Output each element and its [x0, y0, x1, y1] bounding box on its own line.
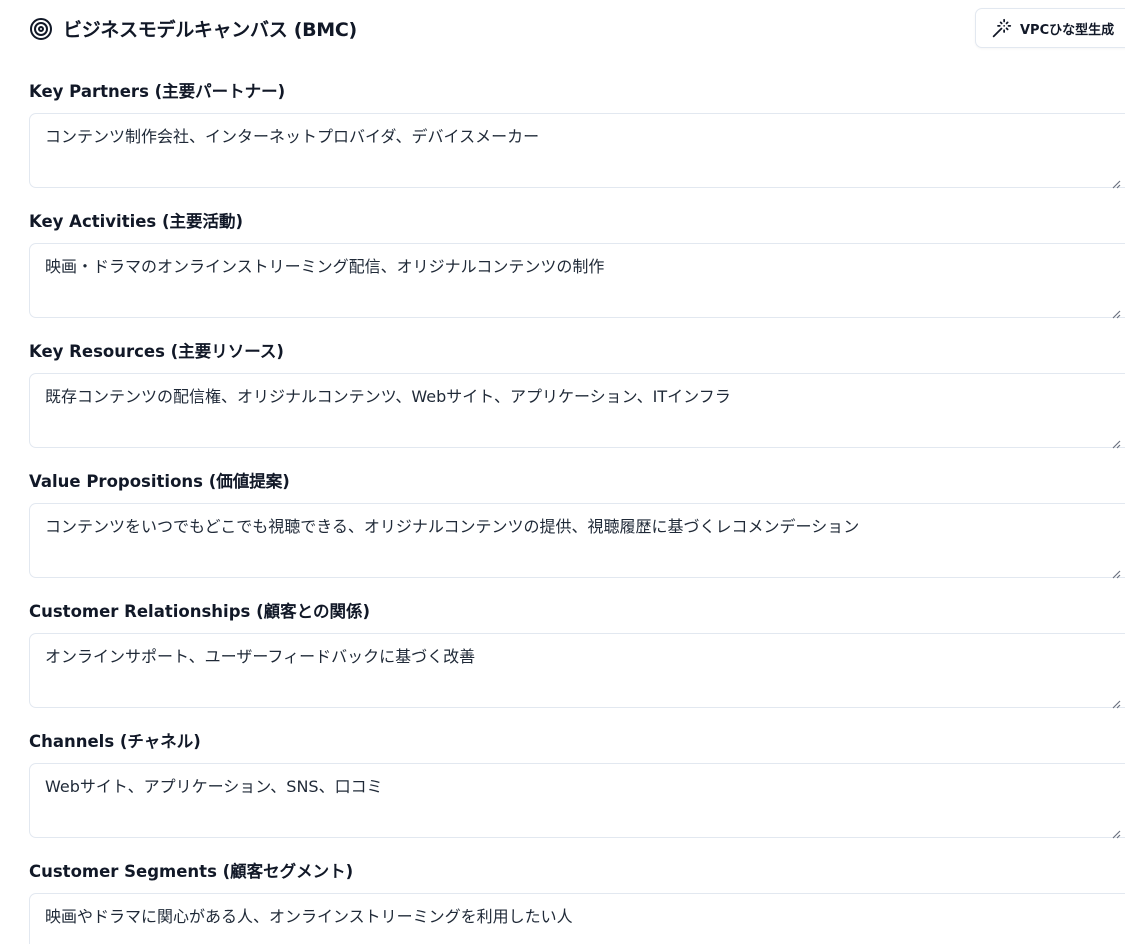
- field-label: Value Propositions (価値提案): [29, 472, 290, 491]
- resize-handle-icon[interactable]: [1111, 829, 1121, 839]
- field-key-activities: Key Activities (主要活動) 映画・ドラマのオンラインストリーミン…: [29, 211, 1125, 321]
- key-partners-textarea[interactable]: コンテンツ制作会社、インターネットプロバイダ、デバイスメーカー: [29, 113, 1125, 188]
- field-key-partners: Key Partners (主要パートナー) コンテンツ制作会社、インターネット…: [29, 81, 1125, 191]
- value-propositions-textarea[interactable]: コンテンツをいつでもどこでも視聴できる、オリジナルコンテンツの提供、視聴履歴に基…: [29, 503, 1125, 578]
- channels-textarea[interactable]: Webサイト、アプリケーション、SNS、口コミ: [29, 763, 1125, 838]
- customer-segments-textarea[interactable]: 映画やドラマに関心がある人、オンラインストリーミングを利用したい人: [29, 893, 1125, 944]
- field-label: Key Resources (主要リソース): [29, 342, 284, 361]
- field-list: Key Partners (主要パートナー) コンテンツ制作会社、インターネット…: [0, 0, 1125, 944]
- field-label: Channels (チャネル): [29, 732, 201, 751]
- resize-handle-icon[interactable]: [1111, 439, 1121, 449]
- field-label: Key Partners (主要パートナー): [29, 82, 286, 101]
- field-key-resources: Key Resources (主要リソース) 既存コンテンツの配信権、オリジナル…: [29, 341, 1125, 451]
- key-resources-textarea[interactable]: 既存コンテンツの配信権、オリジナルコンテンツ、Webサイト、アプリケーション、I…: [29, 373, 1125, 448]
- resize-handle-icon[interactable]: [1111, 569, 1121, 579]
- field-customer-segments: Customer Segments (顧客セグメント) 映画やドラマに関心がある…: [29, 861, 1125, 944]
- field-value-propositions: Value Propositions (価値提案) コンテンツをいつでもどこでも…: [29, 471, 1125, 581]
- key-activities-textarea[interactable]: 映画・ドラマのオンラインストリーミング配信、オリジナルコンテンツの制作: [29, 243, 1125, 318]
- field-label: Customer Segments (顧客セグメント): [29, 862, 354, 881]
- bmc-page: ビジネスモデルキャンバス (BMC) VPCひな型生成 Key Partners…: [0, 0, 1125, 944]
- field-label: Key Activities (主要活動): [29, 212, 244, 231]
- field-label: Customer Relationships (顧客との関係): [29, 602, 370, 621]
- field-customer-relationships: Customer Relationships (顧客との関係) オンラインサポー…: [29, 601, 1125, 711]
- resize-handle-icon[interactable]: [1111, 309, 1121, 319]
- resize-handle-icon[interactable]: [1111, 179, 1121, 189]
- field-channels: Channels (チャネル) Webサイト、アプリケーション、SNS、口コミ: [29, 731, 1125, 841]
- resize-handle-icon[interactable]: [1111, 699, 1121, 709]
- customer-relationships-textarea[interactable]: オンラインサポート、ユーザーフィードバックに基づく改善: [29, 633, 1125, 708]
